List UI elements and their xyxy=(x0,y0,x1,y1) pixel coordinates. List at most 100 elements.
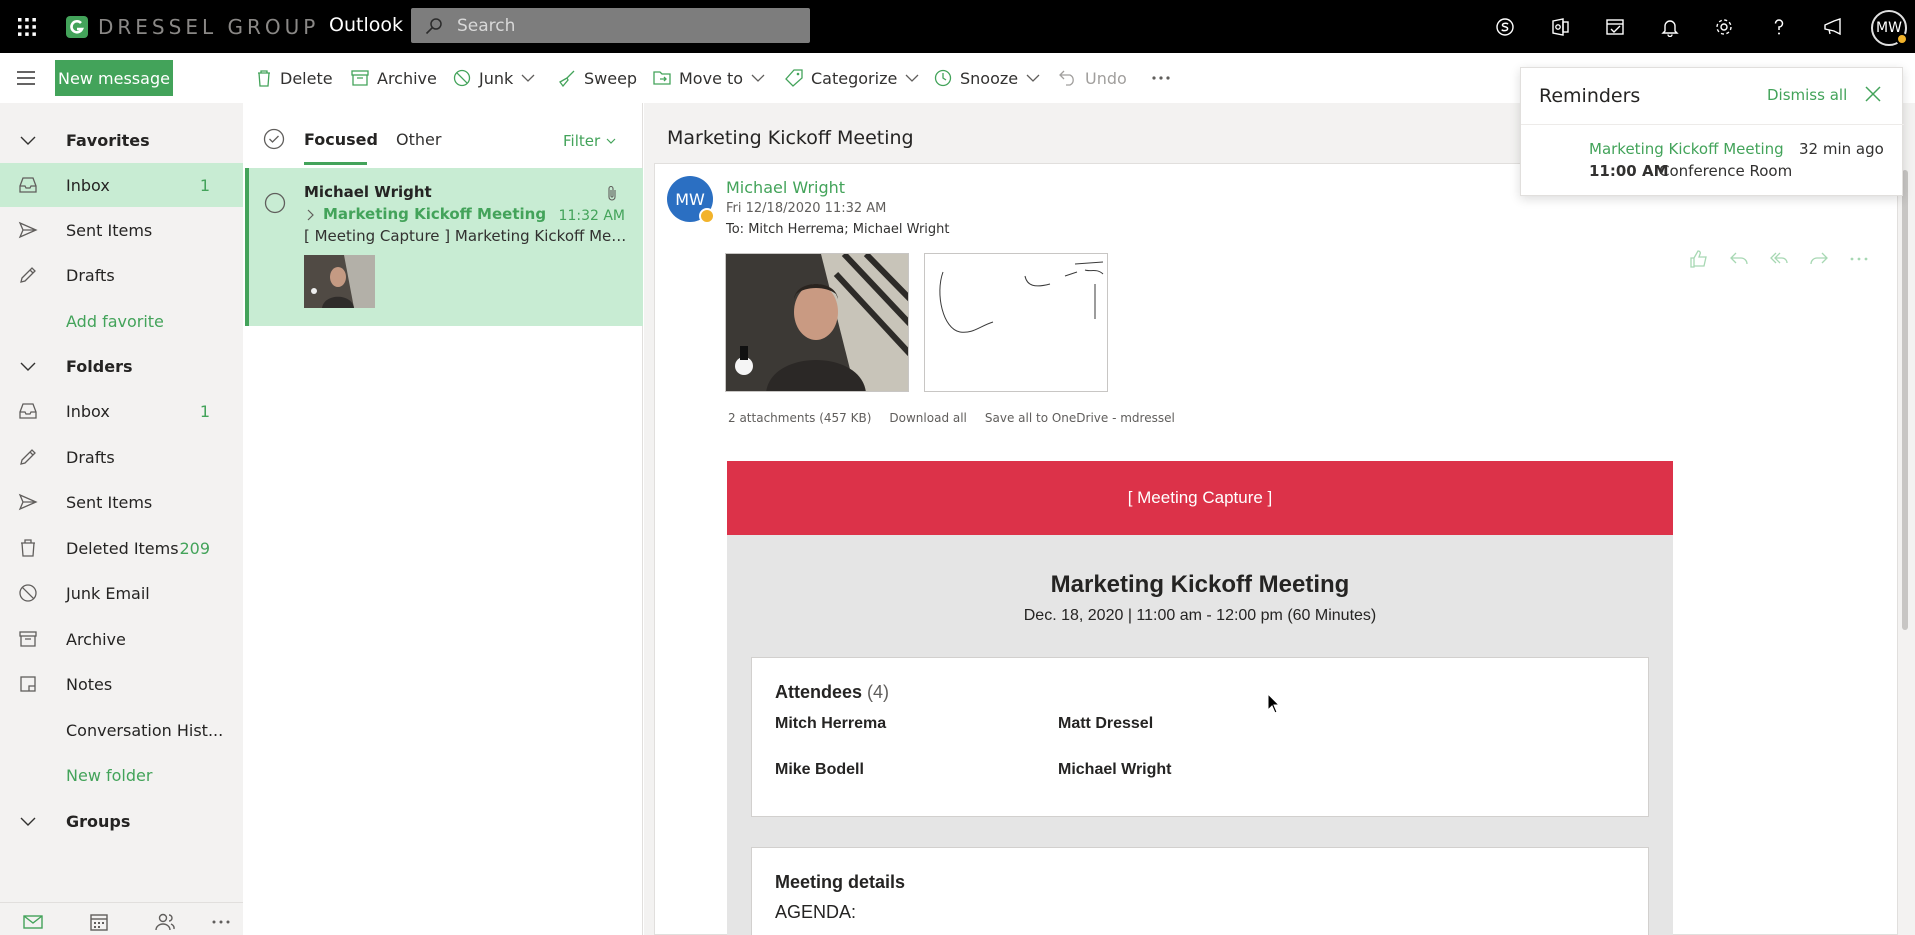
meeting-details-section: Meeting details AGENDA: xyxy=(751,847,1649,935)
favorites-label: Favorites xyxy=(66,130,150,150)
hamburger-icon[interactable] xyxy=(16,69,36,87)
trash-icon xyxy=(258,70,270,87)
close-icon[interactable] xyxy=(1863,84,1883,104)
app-name[interactable]: Outlook xyxy=(329,14,403,36)
nav-item-inbox[interactable]: Inbox 1 xyxy=(0,389,243,433)
snooze-label: Snooze xyxy=(960,68,1019,88)
categorize-button[interactable]: Categorize xyxy=(785,67,919,89)
nav-item-deleted-items[interactable]: Deleted Items 209 xyxy=(0,526,243,570)
nav-item-archive[interactable]: Archive xyxy=(0,617,243,661)
inbox-tabs: Focused Other Filter xyxy=(243,103,643,167)
my-day-icon[interactable] xyxy=(1600,12,1630,42)
sweep-label: Sweep xyxy=(584,68,638,88)
chevron-down-icon xyxy=(905,74,919,82)
tab-focused[interactable]: Focused xyxy=(304,130,378,149)
gear-icon[interactable] xyxy=(1709,12,1739,42)
sweep-button[interactable]: Sweep xyxy=(558,67,637,89)
nav-item-favorite-sent[interactable]: Sent Items xyxy=(0,208,243,252)
reminder-location: Conference Room xyxy=(1659,162,1793,180)
nav-item-favorite-drafts[interactable]: Drafts xyxy=(0,253,243,297)
undo-button[interactable]: Undo xyxy=(1059,67,1127,89)
chevron-down-icon xyxy=(20,136,36,145)
more-apps-icon[interactable] xyxy=(210,911,232,933)
item-count: 209 xyxy=(179,538,210,558)
save-all-onedrive-link[interactable]: Save all to OneDrive - mdressel xyxy=(985,411,1175,425)
mail-icon[interactable] xyxy=(22,911,44,933)
snooze-button[interactable]: Snooze xyxy=(934,67,1040,89)
reading-pane-scrollbar[interactable] xyxy=(1902,170,1908,630)
reply-all-icon[interactable] xyxy=(1768,248,1790,270)
presence-away-icon xyxy=(699,208,715,224)
attendee-name: Michael Wright xyxy=(1058,761,1172,778)
dismiss-all-button[interactable]: Dismiss all xyxy=(1767,86,1847,104)
search-input[interactable] xyxy=(457,15,757,36)
move-to-button[interactable]: Move to xyxy=(653,67,765,89)
undo-label: Undo xyxy=(1085,68,1127,88)
more-actions-icon[interactable] xyxy=(1848,248,1870,270)
active-tab-indicator xyxy=(304,162,367,165)
new-message-button[interactable]: New message xyxy=(55,60,173,96)
nav-item-conversation-history[interactable]: Conversation Hist... xyxy=(0,708,243,752)
nav-item-label: Notes xyxy=(66,674,113,694)
chevron-down-icon xyxy=(606,138,616,144)
nav-item-notes[interactable]: Notes xyxy=(0,662,243,706)
folders-header[interactable]: Folders xyxy=(0,344,243,388)
message-time: 11:32 AM xyxy=(558,208,625,224)
user-avatar[interactable]: MW xyxy=(1871,10,1908,46)
skype-icon[interactable] xyxy=(1490,12,1520,42)
brand-logo[interactable]: DRESSEL GROUP xyxy=(66,13,319,41)
nav-item-junk-email[interactable]: Junk Email xyxy=(0,571,243,615)
forward-icon[interactable] xyxy=(1808,248,1830,270)
broom-icon xyxy=(559,70,575,87)
office-icon[interactable] xyxy=(1545,12,1575,42)
undo-icon xyxy=(1059,70,1074,86)
sender-avatar[interactable]: MW xyxy=(667,176,715,224)
reminders-panel: Reminders Dismiss all Marketing Kickoff … xyxy=(1520,67,1904,196)
select-message-checkbox[interactable] xyxy=(264,192,286,214)
like-icon[interactable] xyxy=(1688,248,1710,270)
tab-other[interactable]: Other xyxy=(396,130,441,149)
reply-icon[interactable] xyxy=(1728,248,1750,270)
attendee-name: Mitch Herrema xyxy=(775,715,887,732)
move-to-label: Move to xyxy=(679,68,744,88)
tag-icon xyxy=(785,69,803,87)
groups-header[interactable]: Groups xyxy=(0,799,243,843)
attachment-photo[interactable] xyxy=(725,253,909,392)
archive-button[interactable]: Archive xyxy=(351,67,437,89)
bell-icon[interactable] xyxy=(1655,12,1685,42)
meeting-title: Marketing Kickoff Meeting xyxy=(1050,571,1350,598)
junk-label: Junk xyxy=(479,68,514,88)
nav-item-favorite-inbox[interactable]: Inbox 1 xyxy=(0,163,243,207)
add-favorite-link[interactable]: Add favorite xyxy=(0,299,243,343)
block-icon xyxy=(19,584,37,602)
favorites-header[interactable]: Favorites xyxy=(0,118,243,162)
people-icon[interactable] xyxy=(154,911,176,933)
add-favorite-label: Add favorite xyxy=(66,311,164,331)
meeting-time: Dec. 18, 2020 | 11:00 am - 12:00 pm (60 … xyxy=(1023,607,1377,624)
nav-item-label: Drafts xyxy=(66,265,115,285)
delete-button[interactable]: Delete xyxy=(256,67,333,89)
attachment-thumbnail[interactable] xyxy=(304,255,375,308)
sender-name[interactable]: Michael Wright xyxy=(726,178,845,197)
message-list-item[interactable]: Michael Wright Marketing Kickoff Meeting… xyxy=(245,168,643,326)
download-all-link[interactable]: Download all xyxy=(889,411,966,425)
message-sender: Michael Wright xyxy=(304,183,432,201)
to-recipients[interactable]: Mitch Herrema; Michael Wright xyxy=(748,222,949,237)
reminder-subject[interactable]: Marketing Kickoff Meeting xyxy=(1589,140,1784,158)
more-actions-icon[interactable] xyxy=(1151,75,1171,81)
feedback-icon[interactable] xyxy=(1818,12,1848,42)
nav-item-sent-items[interactable]: Sent Items xyxy=(0,480,243,524)
delete-label: Delete xyxy=(280,68,333,88)
nav-item-drafts[interactable]: Drafts xyxy=(0,435,243,479)
help-icon[interactable] xyxy=(1764,12,1794,42)
search-box[interactable] xyxy=(411,8,810,43)
attachment-whiteboard[interactable] xyxy=(924,253,1108,392)
new-folder-link[interactable]: New folder xyxy=(0,753,243,797)
chevron-right-icon[interactable] xyxy=(307,209,315,221)
waffle-icon[interactable] xyxy=(12,12,42,42)
junk-button[interactable]: Junk xyxy=(453,67,535,89)
filter-button[interactable]: Filter xyxy=(563,132,616,150)
calendar-icon[interactable] xyxy=(88,911,110,933)
select-all-checkbox[interactable] xyxy=(263,128,285,150)
folder-move-icon xyxy=(653,71,671,85)
